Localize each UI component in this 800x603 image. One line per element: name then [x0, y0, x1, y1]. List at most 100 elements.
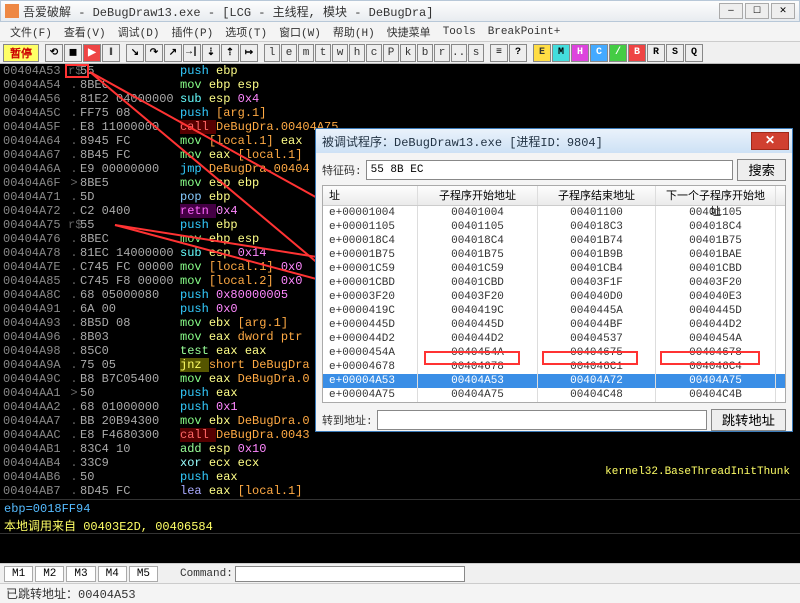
table-row[interactable]: e+000018C4004018C400401B7400401B75 [323, 234, 785, 248]
command-input[interactable] [235, 566, 465, 582]
table-row[interactable]: e+00003F2000403F20004040D0004040E3 [323, 290, 785, 304]
memory-tab[interactable]: M5 [129, 566, 158, 582]
signature-input[interactable] [366, 160, 734, 180]
view-l-button[interactable]: l [264, 44, 280, 62]
menu-item[interactable]: 文件(F) [6, 24, 56, 40]
table-row[interactable]: e+00004A7500404A7500404C4800404C4B [323, 388, 785, 402]
table-row[interactable]: e+0000467800404678004046C1004046C4 [323, 360, 785, 374]
view-w-button[interactable]: w [332, 44, 348, 62]
execute-till-icon[interactable]: ↦ [240, 44, 258, 62]
pause-button[interactable]: 暂停 [3, 44, 39, 62]
table-header[interactable]: 下一个子程序开始地址 [656, 186, 776, 205]
dialog-close-button[interactable]: ✕ [751, 132, 789, 150]
subroutine-table[interactable]: 址子程序开始地址子程序结束地址下一个子程序开始地址 e+000010040040… [322, 185, 786, 403]
view-t-button[interactable]: t [315, 44, 331, 62]
step-out-icon[interactable]: ↗ [164, 44, 182, 62]
status-bar: 已跳转地址：00404A53 [0, 583, 800, 603]
asm-row[interactable]: 00404AB7.8D45 FClea eax,[local.1] [0, 484, 800, 498]
restart-icon[interactable]: ⟲ [45, 44, 63, 62]
process-dialog: 被调试程序：DeBugDraw13.exe [进程ID：9804] ✕ 特征码:… [315, 128, 793, 432]
table-row[interactable]: e+00001C5900401C5900401CB400401CBD [323, 262, 785, 276]
goto-button[interactable]: 跳转地址 [711, 409, 786, 431]
trace-into-icon[interactable]: ⇣ [202, 44, 220, 62]
stop-icon[interactable]: ◼ [64, 44, 82, 62]
run-to-icon[interactable]: →| [183, 44, 201, 62]
tool-h-icon[interactable]: H [571, 44, 589, 62]
menu-item[interactable]: 快捷菜单 [383, 24, 435, 40]
menu-item[interactable]: 查看(V) [60, 24, 110, 40]
table-row[interactable]: e+0000419C0040419C0040445A0040445D [323, 304, 785, 318]
table-row[interactable]: e+00001004004010040040110000401105 [323, 206, 785, 220]
step-over-icon[interactable]: ↷ [145, 44, 163, 62]
view-c-button[interactable]: c [366, 44, 382, 62]
trace-over-icon[interactable]: ⇡ [221, 44, 239, 62]
menu-item[interactable]: 帮助(H) [329, 24, 379, 40]
memory-tab[interactable]: M4 [98, 566, 127, 582]
view-...-button[interactable]: ... [451, 44, 467, 62]
menu-item[interactable]: 插件(P) [167, 24, 217, 40]
close-button[interactable]: ✕ [771, 3, 795, 19]
table-row[interactable]: e+00004A5300404A5300404A7200404A75 [323, 374, 785, 388]
view-s-button[interactable]: s [468, 44, 484, 62]
table-row[interactable]: e+0000454A0040454A0040467500404678 [323, 346, 785, 360]
menu-item[interactable]: 窗口(W) [275, 24, 325, 40]
tool-slash-icon[interactable]: / [609, 44, 627, 62]
tool-s-icon[interactable]: S [666, 44, 684, 62]
asm-row[interactable]: 00404A53r$55push ebp [0, 64, 800, 78]
asm-row[interactable]: 00404A5C.FF75 08push [arg.1] [0, 106, 800, 120]
tool-r-icon[interactable]: R [647, 44, 665, 62]
signature-label: 特征码: [322, 162, 362, 178]
table-header[interactable]: 子程序结束地址 [538, 186, 656, 205]
play-icon[interactable]: ▶ [83, 44, 101, 62]
view-h-button[interactable]: h [349, 44, 365, 62]
goto-input[interactable] [377, 410, 707, 430]
memory-tab[interactable]: M2 [35, 566, 64, 582]
dump-pane[interactable] [0, 533, 800, 563]
view-b-button[interactable]: b [417, 44, 433, 62]
search-icon[interactable]: ? [509, 44, 527, 62]
toolbar: 暂停 ⟲ ◼ ▶ ‖ ↘ ↷ ↗ →| ⇣ ⇡ ↦ lemtwhcPkbr...… [0, 42, 800, 64]
view-k-button[interactable]: k [400, 44, 416, 62]
memory-tab[interactable]: M1 [4, 566, 33, 582]
asm-row[interactable]: 00404AB1.83C4 10add esp,0x10 [0, 442, 800, 456]
dialog-title-bar[interactable]: 被调试程序：DeBugDraw13.exe [进程ID：9804] ✕ [316, 129, 792, 153]
table-row[interactable]: e+00001B7500401B7500401B9B00401BAE [323, 248, 785, 262]
tool-m-icon[interactable]: M [552, 44, 570, 62]
goto-label: 转到地址: [322, 412, 373, 428]
view-r-button[interactable]: r [434, 44, 450, 62]
info-ebp: ebp=0018FF94 [0, 499, 800, 517]
search-button[interactable]: 搜索 [737, 159, 786, 181]
table-header[interactable]: 址 [323, 186, 418, 205]
view-m-button[interactable]: m [298, 44, 314, 62]
table-row[interactable]: e+000044D2004044D2004045370040454A [323, 332, 785, 346]
bottom-tab-bar: M1M2M3M4M5 Command: [0, 563, 800, 583]
window-title: 吾爱破解 - DeBugDraw13.exe - [LCG - 主线程, 模块 … [23, 3, 719, 20]
table-header[interactable]: 子程序开始地址 [418, 186, 538, 205]
view-P-button[interactable]: P [383, 44, 399, 62]
asm-row[interactable]: 00404A56.81E2 04000000sub esp,0x4 [0, 92, 800, 106]
pause-icon[interactable]: ‖ [102, 44, 120, 62]
command-label: Command: [180, 568, 233, 580]
list-icon[interactable]: ≡ [490, 44, 508, 62]
tool-q-icon[interactable]: Q [685, 44, 703, 62]
memory-tab[interactable]: M3 [66, 566, 95, 582]
menu-item[interactable]: 选项(T) [221, 24, 271, 40]
tool-b-icon[interactable]: B [628, 44, 646, 62]
side-module-text: kernel32.BaseThreadInitThunk [605, 466, 790, 478]
view-e-button[interactable]: e [281, 44, 297, 62]
step-into-icon[interactable]: ↘ [126, 44, 144, 62]
asm-row[interactable]: 00404A54.8BECmov ebp,esp [0, 78, 800, 92]
title-bar: 吾爱破解 - DeBugDraw13.exe - [LCG - 主线程, 模块 … [0, 0, 800, 22]
tool-e-icon[interactable]: E [533, 44, 551, 62]
minimize-button[interactable]: ─ [719, 3, 743, 19]
table-row[interactable]: e+0000445D0040445D004044BF004044D2 [323, 318, 785, 332]
app-icon [5, 4, 19, 18]
tool-c-icon[interactable]: C [590, 44, 608, 62]
menu-item[interactable]: BreakPoint+ [484, 26, 565, 38]
table-row[interactable]: e+00001CBD00401CBD00403F1F00403F20 [323, 276, 785, 290]
menu-item[interactable]: Tools [439, 26, 480, 38]
table-row[interactable]: e+00004C4B00404C4B00404C8500404C88 [323, 402, 785, 403]
table-row[interactable]: e+0000110500401105004018C3004018C4 [323, 220, 785, 234]
maximize-button[interactable]: ☐ [745, 3, 769, 19]
menu-item[interactable]: 调试(D) [114, 24, 164, 40]
